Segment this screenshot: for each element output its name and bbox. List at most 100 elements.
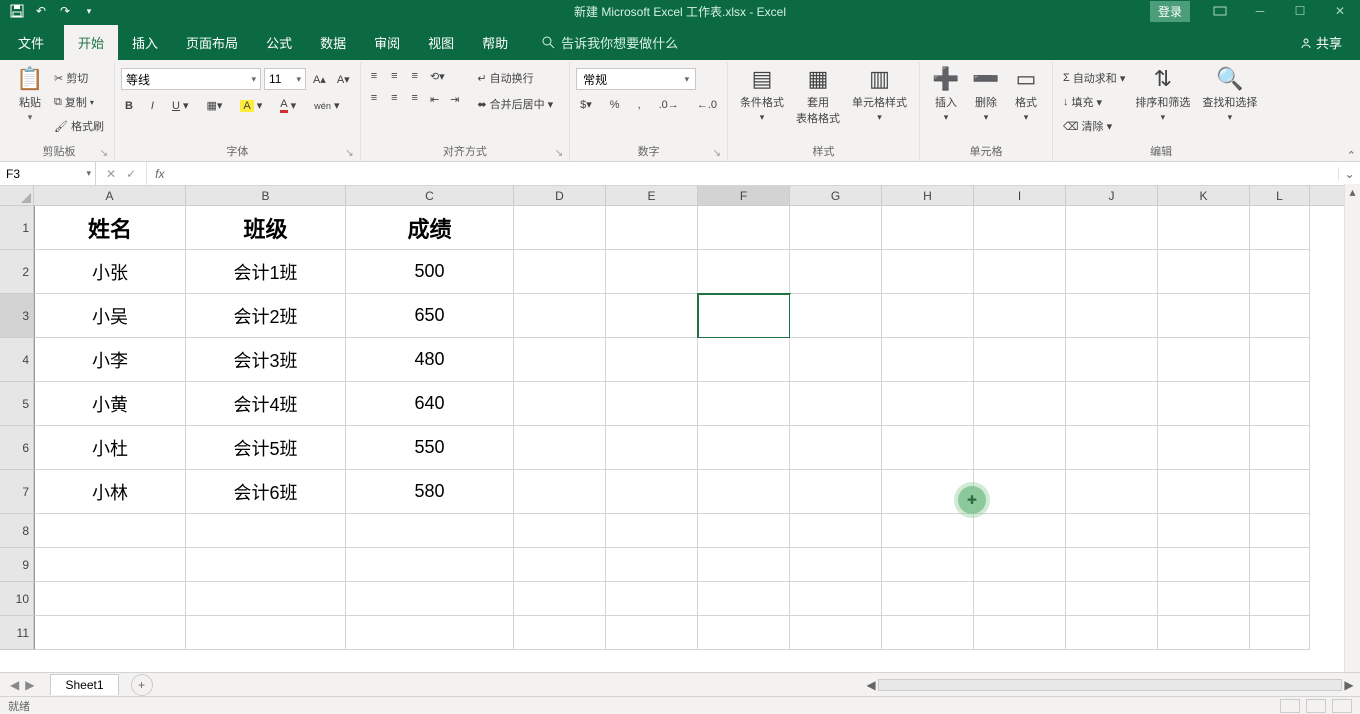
cell[interactable] bbox=[882, 250, 974, 294]
col-header-F[interactable]: F bbox=[698, 186, 790, 205]
cell[interactable] bbox=[186, 616, 346, 650]
cell[interactable]: 小林 bbox=[34, 470, 186, 514]
cell[interactable]: 小李 bbox=[34, 338, 186, 382]
cell[interactable] bbox=[974, 582, 1066, 616]
align-center-icon[interactable]: ≡ bbox=[387, 90, 401, 106]
cell[interactable] bbox=[1158, 206, 1250, 250]
percent-format-icon[interactable]: % bbox=[606, 97, 624, 113]
tab-insert[interactable]: 插入 bbox=[118, 25, 172, 60]
cell[interactable] bbox=[882, 206, 974, 250]
cell[interactable] bbox=[346, 616, 514, 650]
cell[interactable]: 580 bbox=[346, 470, 514, 514]
tab-file[interactable]: 文件 bbox=[4, 25, 58, 60]
cell[interactable] bbox=[34, 514, 186, 548]
paste-button[interactable]: 📋 粘贴 ▾ bbox=[10, 64, 50, 125]
scroll-right-icon[interactable]: ▶ bbox=[1342, 678, 1356, 692]
cancel-formula-icon[interactable]: ✕ bbox=[106, 167, 116, 181]
cell[interactable] bbox=[1066, 250, 1158, 294]
phonetic-button[interactable]: wén▾ bbox=[310, 97, 343, 114]
cell[interactable] bbox=[974, 426, 1066, 470]
horizontal-scrollbar[interactable]: ◀ ▶ bbox=[860, 678, 1360, 692]
cell[interactable] bbox=[882, 514, 974, 548]
format-cells-button[interactable]: ▭格式▾ bbox=[1006, 64, 1046, 125]
cell[interactable] bbox=[1066, 426, 1158, 470]
scroll-up-icon[interactable]: ▴ bbox=[1345, 184, 1360, 200]
border-button[interactable]: ▦▾ bbox=[202, 97, 226, 114]
cell[interactable] bbox=[882, 582, 974, 616]
fx-icon[interactable]: fx bbox=[147, 167, 172, 181]
increase-indent-icon[interactable]: ⇥ bbox=[446, 91, 463, 108]
scroll-left-icon[interactable]: ◀ bbox=[864, 678, 878, 692]
tab-data[interactable]: 数据 bbox=[306, 25, 360, 60]
number-format-combo[interactable]: 常规▾ bbox=[576, 68, 696, 90]
decrease-decimal-icon[interactable]: ←.0 bbox=[693, 97, 721, 113]
tab-review[interactable]: 审阅 bbox=[360, 25, 414, 60]
tab-view[interactable]: 视图 bbox=[414, 25, 468, 60]
cell[interactable] bbox=[514, 548, 606, 582]
cell[interactable]: 480 bbox=[346, 338, 514, 382]
underline-button[interactable]: U▾ bbox=[168, 97, 192, 114]
expand-formula-bar-icon[interactable]: ⌄ bbox=[1338, 167, 1360, 181]
cell[interactable] bbox=[606, 338, 698, 382]
format-painter-button[interactable]: 🖌格式刷 bbox=[50, 116, 108, 136]
cut-button[interactable]: ✂剪切 bbox=[50, 68, 108, 88]
cell[interactable] bbox=[698, 250, 790, 294]
cell[interactable] bbox=[606, 548, 698, 582]
col-header-G[interactable]: G bbox=[790, 186, 882, 205]
cell[interactable] bbox=[186, 582, 346, 616]
fill-color-button[interactable]: A▾ bbox=[236, 97, 266, 114]
cell[interactable]: 成绩 bbox=[346, 206, 514, 250]
bold-button[interactable]: B bbox=[121, 98, 137, 114]
sort-filter-button[interactable]: ⇅排序和筛选▾ bbox=[1129, 64, 1196, 125]
cell[interactable] bbox=[1066, 616, 1158, 650]
row-header-10[interactable]: 10 bbox=[0, 582, 34, 616]
redo-icon[interactable]: ↷ bbox=[58, 4, 72, 18]
qat-customize-icon[interactable]: ▾ bbox=[82, 4, 96, 18]
cell[interactable] bbox=[1158, 294, 1250, 338]
tab-help[interactable]: 帮助 bbox=[468, 25, 522, 60]
cell[interactable] bbox=[186, 548, 346, 582]
cell[interactable] bbox=[1158, 470, 1250, 514]
cell[interactable] bbox=[698, 470, 790, 514]
cell[interactable] bbox=[882, 548, 974, 582]
cell[interactable] bbox=[1250, 582, 1310, 616]
row-header-7[interactable]: 7 bbox=[0, 470, 34, 514]
cell[interactable] bbox=[790, 470, 882, 514]
cell[interactable] bbox=[1066, 582, 1158, 616]
cell[interactable] bbox=[790, 382, 882, 426]
tab-layout[interactable]: 页面布局 bbox=[172, 25, 252, 60]
cell[interactable] bbox=[790, 338, 882, 382]
font-color-button[interactable]: A▾ bbox=[276, 96, 300, 115]
cell[interactable] bbox=[606, 206, 698, 250]
row-header-8[interactable]: 8 bbox=[0, 514, 34, 548]
align-middle-icon[interactable]: ≡ bbox=[387, 68, 401, 84]
cell[interactable] bbox=[514, 426, 606, 470]
collapse-ribbon-icon[interactable]: ⌃ bbox=[1347, 149, 1356, 162]
decrease-indent-icon[interactable]: ⇤ bbox=[426, 91, 443, 108]
cell[interactable]: 640 bbox=[346, 382, 514, 426]
cell[interactable] bbox=[514, 294, 606, 338]
cell[interactable] bbox=[1066, 294, 1158, 338]
new-sheet-button[interactable]: + bbox=[131, 674, 153, 696]
sheet-tab[interactable]: Sheet1 bbox=[50, 674, 118, 695]
cell[interactable] bbox=[698, 206, 790, 250]
col-header-B[interactable]: B bbox=[186, 186, 346, 205]
row-header-6[interactable]: 6 bbox=[0, 426, 34, 470]
cell[interactable] bbox=[34, 616, 186, 650]
font-launcher-icon[interactable]: ↘ bbox=[345, 148, 353, 159]
find-select-button[interactable]: 🔍查找和选择▾ bbox=[1196, 64, 1263, 125]
cell[interactable] bbox=[882, 294, 974, 338]
cell[interactable] bbox=[790, 548, 882, 582]
cell[interactable] bbox=[186, 514, 346, 548]
accounting-format-icon[interactable]: $▾ bbox=[576, 96, 596, 113]
font-name-combo[interactable]: 等线▾ bbox=[121, 68, 261, 90]
cell[interactable] bbox=[1250, 470, 1310, 514]
cell[interactable] bbox=[1158, 338, 1250, 382]
save-icon[interactable] bbox=[10, 4, 24, 18]
share-button[interactable]: 共享 bbox=[1282, 25, 1360, 60]
cell[interactable]: 500 bbox=[346, 250, 514, 294]
cell[interactable] bbox=[1250, 294, 1310, 338]
number-launcher-icon[interactable]: ↘ bbox=[713, 148, 721, 159]
cell[interactable] bbox=[514, 382, 606, 426]
wrap-text-button[interactable]: ↵自动换行 bbox=[473, 68, 557, 88]
